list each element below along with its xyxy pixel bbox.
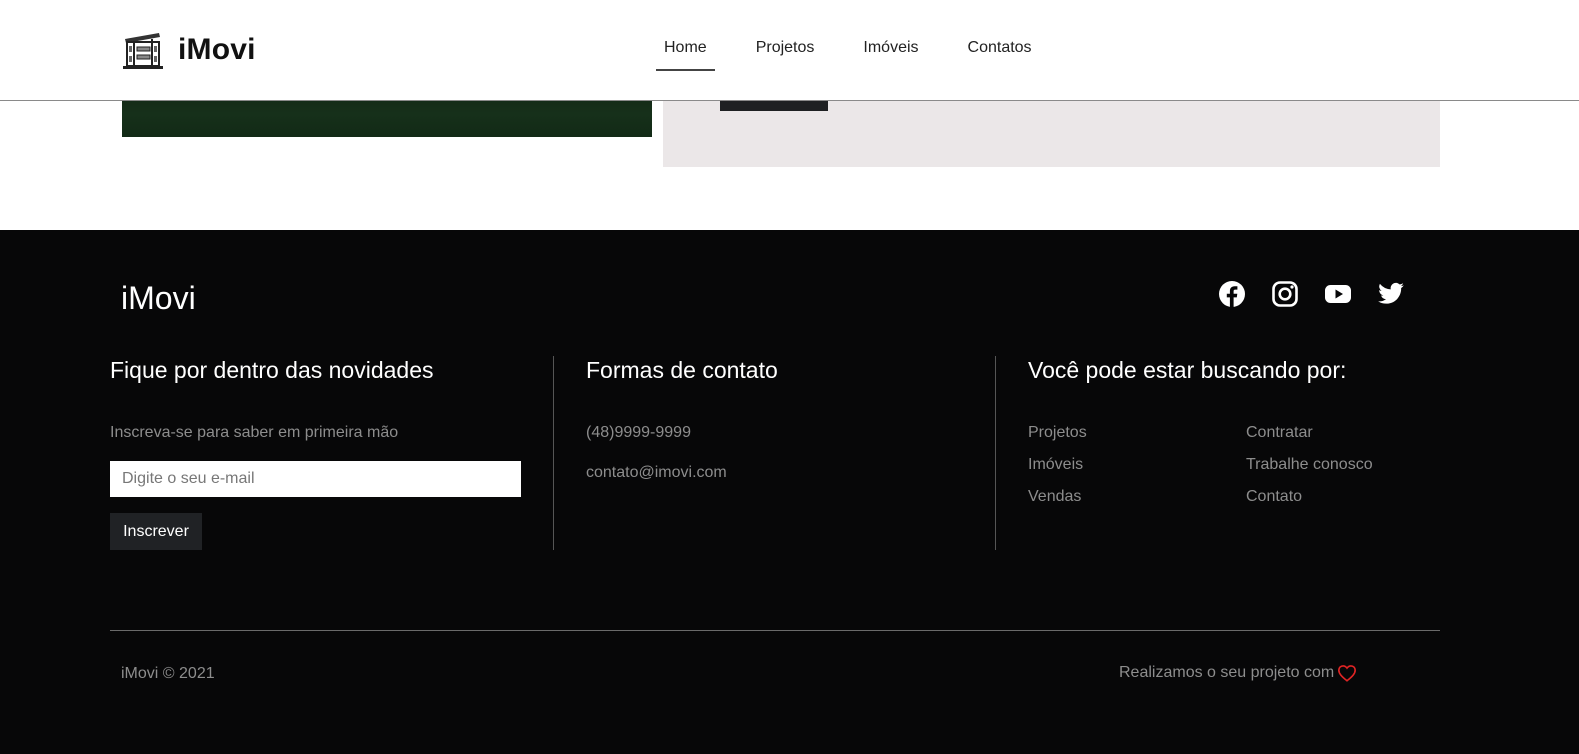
made-with-text: Realizamos o seu projeto com: [1119, 664, 1335, 681]
footer-link-contratar[interactable]: Contratar: [1246, 424, 1313, 442]
social-links: [1218, 280, 1405, 308]
contact-title: Formas de contato: [586, 357, 778, 383]
contact-email[interactable]: contato@imovi.com: [586, 464, 727, 482]
footer-divider: [110, 630, 1440, 631]
subscribe-button[interactable]: Inscrever: [110, 513, 202, 550]
footer-link-projetos[interactable]: Projetos: [1028, 424, 1087, 442]
nav-item-imoveis[interactable]: Imóveis: [855, 26, 926, 71]
copyright: iMovi © 2021: [121, 665, 215, 682]
main-nav: Home Projetos Imóveis Contatos: [656, 26, 1040, 71]
column-divider: [995, 356, 996, 550]
email-input[interactable]: [110, 461, 521, 497]
nav-item-contatos[interactable]: Contatos: [960, 26, 1040, 71]
heart-icon: [1338, 665, 1357, 682]
made-with-love: Realizamos o seu projeto com: [1119, 664, 1357, 682]
footer-link-imoveis[interactable]: Imóveis: [1028, 456, 1083, 474]
newsletter-title: Fique por dentro das novidades: [110, 357, 434, 383]
site-footer: iMovi Fique por dentro das novidades Ins…: [0, 230, 1579, 754]
column-divider: [553, 356, 554, 550]
twitter-icon[interactable]: [1377, 280, 1405, 308]
contact-phone: (48)9999-9999: [586, 424, 691, 441]
youtube-icon[interactable]: [1324, 280, 1352, 308]
nav-item-projetos[interactable]: Projetos: [748, 26, 823, 71]
footer-link-trabalhe-conosco[interactable]: Trabalhe conosco: [1246, 456, 1373, 474]
instagram-icon[interactable]: [1271, 280, 1299, 308]
search-title: Você pode estar buscando por:: [1028, 357, 1347, 383]
brand[interactable]: iMovi: [122, 30, 256, 70]
nav-item-home[interactable]: Home: [656, 26, 715, 71]
site-header: iMovi Home Projetos Imóveis Contatos: [0, 0, 1579, 101]
building-logo-icon: [123, 33, 163, 69]
footer-link-vendas[interactable]: Vendas: [1028, 488, 1081, 506]
footer-logo[interactable]: iMovi: [121, 280, 196, 317]
footer-link-contato[interactable]: Contato: [1246, 488, 1302, 506]
brand-name: iMovi: [178, 33, 256, 66]
newsletter-subtitle: Inscreva-se para saber em primeira mão: [110, 424, 399, 441]
facebook-icon[interactable]: [1218, 280, 1246, 308]
